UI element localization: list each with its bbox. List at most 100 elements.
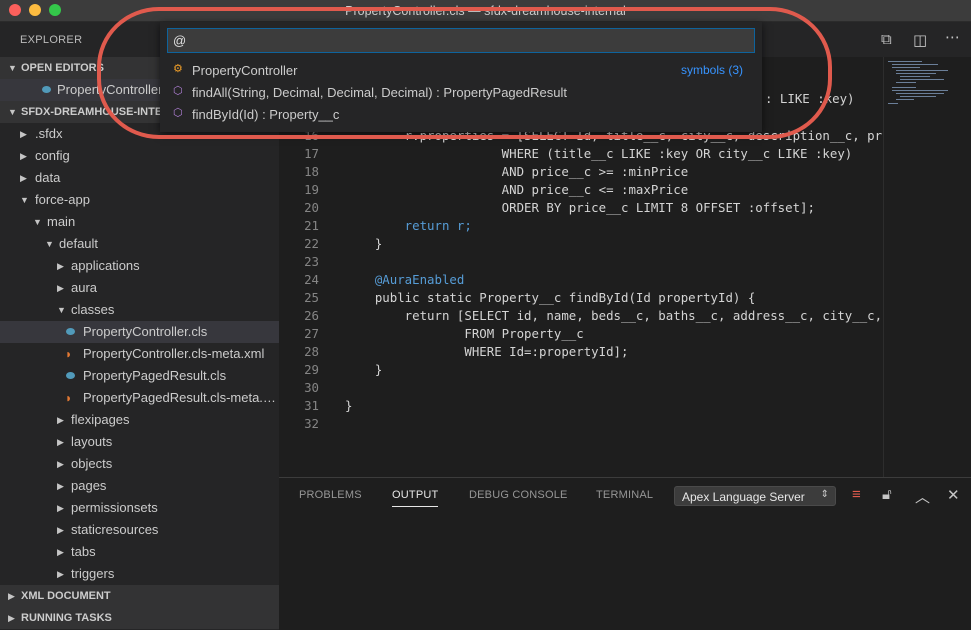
code-line: 30 <box>279 379 883 397</box>
code-line: 24 @AuraEnabled <box>279 271 883 289</box>
tree-folder-objects[interactable]: ▶ objects <box>0 453 279 475</box>
xml-document-section[interactable]: ▶ XML DOCUMENT <box>0 585 279 607</box>
tree-file-propertypagedresult-cls[interactable]: PropertyPagedResult.cls <box>0 365 279 387</box>
tab-terminal[interactable]: TERMINAL <box>596 489 653 501</box>
symbol-item[interactable]: ⬡ findById(Id) : Property__c <box>160 103 762 125</box>
code-line: 31 } <box>279 397 883 415</box>
chevron-up-icon[interactable]: ︿ <box>915 486 930 507</box>
line-number: 18 <box>304 164 319 179</box>
close-panel-icon[interactable]: ✕ <box>947 486 960 504</box>
code-line: 28 WHERE Id=:propertyId]; <box>279 343 883 361</box>
line-number: 30 <box>304 380 319 395</box>
clear-output-icon[interactable]: ≡ <box>852 486 861 503</box>
tree-folder-aura[interactable]: ▶ aura <box>0 277 279 299</box>
tab-problems[interactable]: PROBLEMS <box>299 489 362 501</box>
tree-folder-force-app[interactable]: ▼ force-app <box>0 189 279 211</box>
tree-label: config <box>35 148 70 163</box>
caret-right-icon: ▶ <box>57 569 64 579</box>
tree-label: layouts <box>71 434 113 449</box>
line-number: 27 <box>304 326 319 341</box>
code-line: 20 ORDER BY price__c LIMIT 8 OFFSET :off… <box>279 199 883 217</box>
tree-label: aura <box>71 280 98 295</box>
class-icon: ⚙︎ <box>173 63 183 75</box>
caret-right-icon: ▶ <box>57 503 64 513</box>
tree-file-propertycontroller-cls[interactable]: PropertyController.cls <box>0 321 279 343</box>
tree-label: data <box>35 170 61 185</box>
output-channel-select[interactable]: Apex Language Server ⇕ <box>674 486 836 506</box>
tree-folder-triggers[interactable]: ▶ triggers <box>0 563 279 585</box>
tree-file-propertypagedresult-meta[interactable]: ◗ PropertyPagedResult.cls-meta.xml <box>0 387 279 409</box>
symbol-item[interactable]: ⬡ findAll(String, Decimal, Decimal, Deci… <box>160 81 762 103</box>
tree-folder-pages[interactable]: ▶ pages <box>0 475 279 497</box>
caret-down-icon: ▼ <box>45 239 54 249</box>
caret-down-icon: ▼ <box>8 107 17 117</box>
code-line: 27 FROM Property__c <box>279 325 883 343</box>
line-number: 25 <box>304 290 319 305</box>
code-line: 17 WHERE (title__c LIKE :key OR city__c … <box>279 145 883 163</box>
tree-label: permissionsets <box>71 500 158 515</box>
tab-debug-console[interactable]: DEBUG CONSOLE <box>469 489 568 501</box>
tree-folder-permissionsets[interactable]: ▶ permissionsets <box>0 497 279 519</box>
tree-label: classes <box>71 302 115 317</box>
code-text: public static Property__c findById(Id pr… <box>345 290 756 305</box>
tree-folder-staticresources[interactable]: ▶ staticresources <box>0 519 279 541</box>
tree-folder-layouts[interactable]: ▶ layouts <box>0 431 279 453</box>
lock-scroll-icon[interactable]: 🔓︎ <box>882 486 892 503</box>
tab-output[interactable]: OUTPUT <box>392 489 439 507</box>
line-number: 28 <box>304 344 319 359</box>
apex-file-icon <box>42 86 51 93</box>
quick-open-input[interactable] <box>168 29 754 52</box>
tree-label: default <box>59 236 99 251</box>
tree-folder-config[interactable]: ▶ config <box>0 145 279 167</box>
code-line: 22 } <box>279 235 883 253</box>
code-line: 19 AND price__c <= :maxPrice <box>279 181 883 199</box>
caret-right-icon: ▶ <box>57 261 64 271</box>
code-text: : LIKE :key) <box>765 91 855 106</box>
code-text: } <box>345 398 353 413</box>
code-text: FROM Property__c <box>345 326 584 341</box>
symbol-item[interactable]: ⚙︎ PropertyController symbols (3) <box>160 59 762 81</box>
tree-label: force-app <box>35 192 90 207</box>
code-text: ORDER BY price__c LIMIT 8 OFFSET :offset… <box>345 200 815 215</box>
tree-label: staticresources <box>71 522 159 537</box>
tree-folder-default[interactable]: ▼ default <box>0 233 279 255</box>
code-text: } <box>345 362 383 377</box>
tree-label: .sfdx <box>35 126 63 141</box>
running-tasks-label: RUNNING TASKS <box>21 612 112 624</box>
tree-folder-main[interactable]: ▼ main <box>0 211 279 233</box>
tree-folder-tabs[interactable]: ▶ tabs <box>0 541 279 563</box>
tree-label: objects <box>71 456 113 471</box>
line-number: 21 <box>304 218 319 233</box>
output-channel-value: Apex Language Server <box>682 490 805 504</box>
tree-folder-applications[interactable]: ▶ applications <box>0 255 279 277</box>
apex-file-icon <box>66 328 75 335</box>
caret-right-icon: ▶ <box>57 437 64 447</box>
code-line: 18 AND price__c >= :minPrice <box>279 163 883 181</box>
line-number: 24 <box>304 272 319 287</box>
code-text: @AuraEnabled <box>345 272 465 287</box>
code-text: WHERE (title__c LIKE :key OR city__c LIK… <box>345 146 853 161</box>
rss-xml-icon: ◗ <box>65 347 73 361</box>
code-line: 29 } <box>279 361 883 379</box>
caret-down-icon: ▼ <box>20 195 29 205</box>
line-number: 32 <box>304 416 319 431</box>
caret-right-icon: ▶ <box>57 547 64 557</box>
tree-folder-classes[interactable]: ▼ classes <box>0 299 279 321</box>
running-tasks-section[interactable]: ▶ RUNNING TASKS <box>0 607 279 629</box>
code-text: } <box>345 236 383 251</box>
tree-file-propertycontroller-meta[interactable]: ◗ PropertyController.cls-meta.xml <box>0 343 279 365</box>
quick-open-widget: ⚙︎ PropertyController symbols (3) ⬡ find… <box>160 22 762 132</box>
more-actions-icon[interactable]: ⋯ <box>945 28 960 46</box>
code-line: 21 return r; <box>279 217 883 235</box>
tree-folder-data[interactable]: ▶ data <box>0 167 279 189</box>
open-preview-icon[interactable]: ⧉ <box>881 31 892 48</box>
tree-folder-flexipages[interactable]: ▶ flexipages <box>0 409 279 431</box>
caret-down-icon: ▼ <box>57 305 66 315</box>
caret-right-icon: ▶ <box>20 173 27 183</box>
tree-label: flexipages <box>71 412 130 427</box>
split-editor-icon[interactable]: ◫ <box>913 31 927 49</box>
method-icon: ⬡ <box>173 107 183 119</box>
caret-right-icon: ▶ <box>8 613 15 623</box>
code-text: AND price__c <= :maxPrice <box>345 182 689 197</box>
minimap[interactable] <box>883 57 971 477</box>
